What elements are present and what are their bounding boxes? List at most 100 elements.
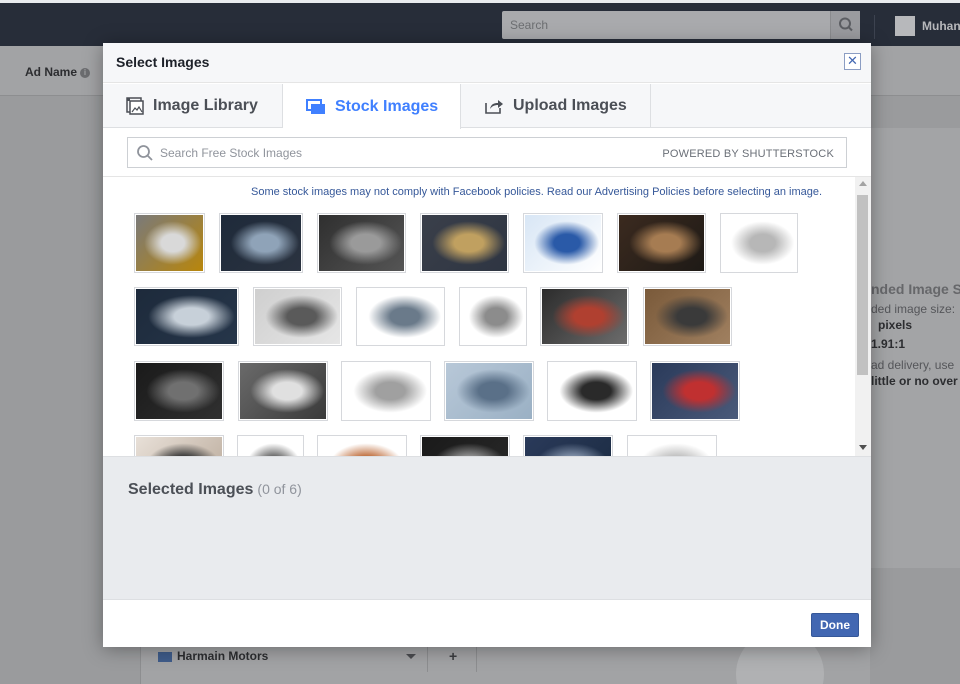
stock-image-thumb-mechanic-smiling[interactable]: [134, 435, 224, 456]
stock-image-thumb-engine-repair-hands[interactable]: [540, 287, 629, 346]
stock-image: [645, 289, 730, 344]
stock-image-thumb-steering-switch[interactable]: [547, 361, 637, 421]
search-icon: [839, 17, 853, 32]
stock-image: [422, 437, 508, 456]
stock-image-thumb-blue-engine-part[interactable]: [523, 213, 603, 273]
selected-images-panel: Selected Images (0 of 6): [103, 456, 871, 599]
stock-image-thumb-white-part[interactable]: [627, 435, 717, 456]
top-search-input[interactable]: Search: [502, 11, 860, 39]
stock-images-icon: [306, 98, 326, 115]
stock-image-thumb-gear-dark[interactable]: [420, 435, 510, 456]
selected-count: (0 of 6): [257, 481, 302, 497]
stock-image: [619, 215, 704, 271]
stock-image: [319, 215, 404, 271]
stock-image-thumb-auto-parts-gray[interactable]: [317, 213, 406, 273]
stock-image-thumb-gearbox-metal[interactable]: [617, 213, 706, 273]
stock-image: [652, 363, 738, 419]
search-icon: [137, 145, 153, 161]
info-icon[interactable]: i: [80, 67, 91, 78]
stock-search-input[interactable]: [160, 142, 640, 163]
stock-image: [446, 363, 532, 419]
stock-image-thumb-parts-on-gray[interactable]: [253, 287, 342, 346]
scrollbar[interactable]: [855, 177, 871, 456]
ad-name-label: Ad Name i: [25, 65, 91, 79]
delivery-note: ad delivery, use: [871, 358, 955, 372]
stock-image-thumb-sensors-set[interactable]: [459, 287, 527, 346]
image-library-icon: [126, 97, 144, 115]
stock-image-thumb-engine-blue[interactable]: [523, 435, 613, 456]
stock-image: [136, 363, 222, 419]
image-size-label: ded image size:: [871, 302, 956, 316]
stock-image: [722, 215, 796, 271]
tab-label: Stock Images: [335, 97, 439, 115]
stock-image: [255, 289, 340, 344]
chevron-down-icon[interactable]: [406, 654, 416, 659]
top-bar: Search Muhan: [0, 0, 960, 46]
top-search-placeholder: Search: [510, 18, 549, 32]
stock-image: [358, 289, 443, 344]
stock-image-thumb-engine-block-blue[interactable]: [134, 287, 239, 346]
stock-image-thumb-bearings-white[interactable]: [341, 361, 431, 421]
done-button[interactable]: Done: [811, 613, 859, 637]
stock-image: [319, 437, 405, 456]
stock-image-thumb-black-parts-set[interactable]: [134, 361, 224, 421]
dialog-title: Select Images: [116, 54, 210, 70]
stock-image-thumb-gears-white[interactable]: [356, 287, 445, 346]
stock-image-thumb-mechanic-red-shirt[interactable]: [650, 361, 740, 421]
tab-label: Upload Images: [513, 97, 627, 114]
divider: [427, 646, 428, 672]
tab-label: Image Library: [153, 97, 258, 114]
stock-search-box: POWERED BY SHUTTERSTOCK: [127, 137, 847, 168]
selected-title-text: Selected Images: [128, 481, 254, 498]
stock-image: [343, 363, 429, 419]
stock-image-thumb-rusty-parts-pile[interactable]: [643, 287, 732, 346]
page-dropdown-label: Harmain Motors: [177, 649, 269, 663]
dialog-header: Select Images ✕: [103, 43, 871, 83]
tab-stock-images[interactable]: Stock Images: [283, 84, 461, 129]
stock-image-thumb-engine-closeup[interactable]: [219, 213, 303, 273]
stock-image-thumb-engine-top-view[interactable]: [238, 361, 328, 421]
stock-image-thumb-copper-part[interactable]: [317, 435, 407, 456]
stock-image: [549, 363, 635, 419]
stock-image: [240, 363, 326, 419]
scroll-up-icon[interactable]: [859, 181, 867, 186]
select-images-dialog: Select Images ✕ Image Library Stock Imag…: [103, 43, 871, 647]
image-ratio-value: 1.91:1: [871, 337, 906, 351]
image-source-tabs: Image Library Stock Images Upload Images: [103, 84, 871, 129]
add-button[interactable]: +: [449, 648, 457, 664]
page-icon: [158, 651, 172, 662]
stock-image-thumb-new-auto-spare-parts[interactable]: [237, 435, 304, 456]
tab-upload-images[interactable]: Upload Images: [461, 84, 651, 128]
ad-name-text: Ad Name: [25, 65, 78, 79]
stock-image: [525, 215, 601, 271]
stock-image: [461, 289, 525, 344]
policy-notice[interactable]: Some stock images may not comply with Fa…: [251, 186, 822, 198]
image-size-value: pixels: [878, 318, 913, 332]
stock-images-grid: Some stock images may not comply with Fa…: [103, 176, 871, 456]
overlay-note: little or no over: [871, 374, 958, 388]
stock-image: [239, 437, 302, 456]
avatar[interactable]: [895, 16, 915, 36]
close-icon[interactable]: ✕: [844, 53, 861, 70]
scroll-down-icon[interactable]: [859, 445, 867, 450]
stock-image-thumb-car-parts-assortment[interactable]: [134, 213, 205, 273]
stock-image-thumb-alloy-wheel[interactable]: [720, 213, 798, 273]
dialog-footer: Done: [103, 599, 871, 647]
powered-by-label: POWERED BY SHUTTERSTOCK: [662, 148, 834, 160]
stock-image-thumb-mechanic-working[interactable]: [420, 213, 509, 273]
tab-image-library[interactable]: Image Library: [103, 84, 283, 128]
stock-image-thumb-factory-line[interactable]: [444, 361, 534, 421]
user-name[interactable]: Muhan: [922, 19, 960, 33]
stock-image: [136, 215, 203, 271]
scrollbar-thumb[interactable]: [857, 195, 868, 375]
stock-image: [136, 437, 222, 456]
stock-image: [542, 289, 627, 344]
page-dropdown[interactable]: Harmain Motors: [158, 649, 268, 663]
stock-image: [221, 215, 301, 271]
stock-image: [422, 215, 507, 271]
divider: [476, 646, 477, 672]
share-upload-icon: [484, 98, 504, 114]
selected-images-title: Selected Images (0 of 6): [128, 481, 302, 499]
top-search-button[interactable]: [830, 11, 860, 39]
stock-image: [525, 437, 611, 456]
